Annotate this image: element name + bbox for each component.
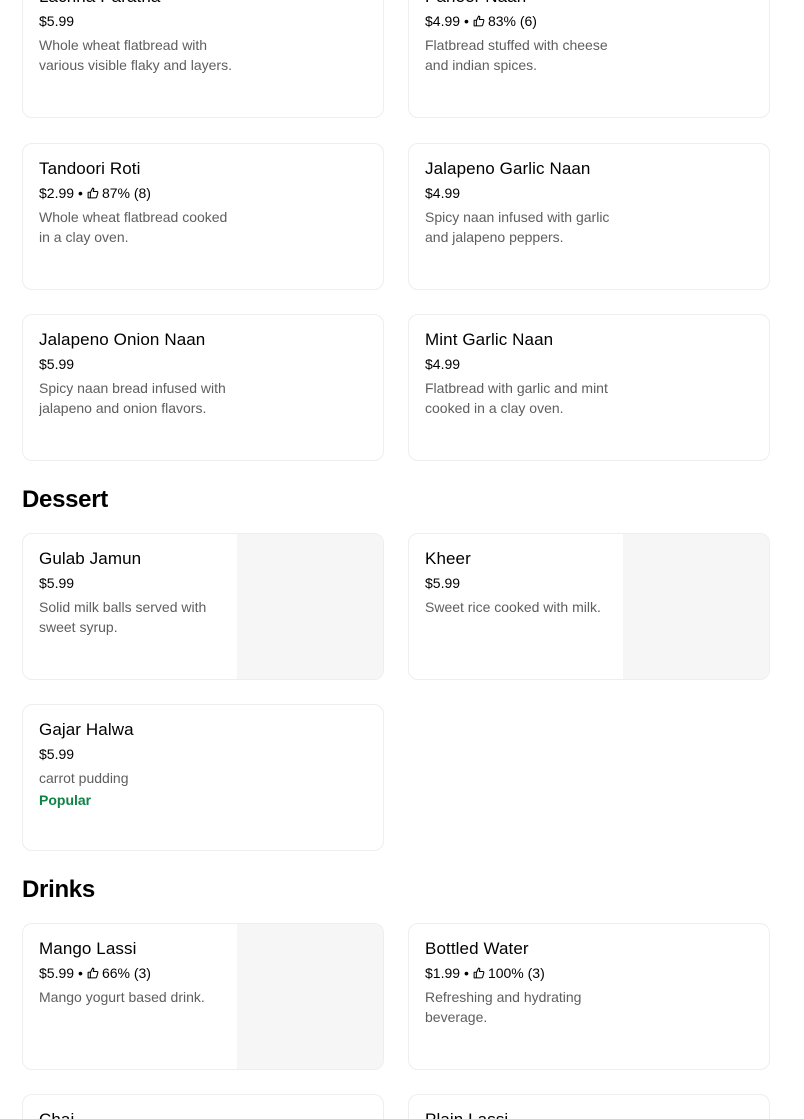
menu-item-card-plain-lassi[interactable]: Plain Lassi bbox=[408, 1094, 770, 1119]
menu-item-price: $4.99 bbox=[425, 185, 461, 201]
menu-item-rating: 83% (6) bbox=[487, 13, 537, 29]
menu-item-image bbox=[237, 924, 383, 1069]
section-heading-dessert: Dessert bbox=[22, 486, 108, 513]
menu-item-title: Paneer Naan bbox=[425, 0, 615, 8]
menu-item-info: Gajar Halwa $5.99 carrot pudding Popular bbox=[39, 719, 229, 809]
menu-item-rating: 87% (8) bbox=[101, 185, 151, 201]
menu-item-title: Mint Garlic Naan bbox=[425, 330, 554, 349]
menu-item-meta: $4.99 • 83% (6) bbox=[425, 12, 615, 30]
menu-item-title: Gulab Jamun bbox=[39, 549, 142, 568]
menu-item-title: Tandoori Roti bbox=[39, 159, 141, 178]
menu-item-price: $4.99 bbox=[425, 356, 461, 372]
menu-item-info: Tandoori Roti $2.99 • 87% (8) Whole whea… bbox=[39, 158, 229, 247]
menu-item-info: Lachha Paratha $5.99 Whole wheat flatbre… bbox=[39, 0, 239, 75]
meta-separator: • bbox=[78, 185, 83, 201]
menu-item-description: Flatbread stuffed with cheese and indian… bbox=[425, 37, 608, 73]
menu-item-price: $5.99 bbox=[39, 746, 75, 762]
menu-item-info: Jalapeno Onion Naan $5.99 Spicy naan bre… bbox=[39, 329, 229, 418]
menu-item-title: Gajar Halwa bbox=[39, 720, 134, 739]
menu-item-meta: $5.99 bbox=[39, 355, 229, 373]
meta-separator: • bbox=[78, 965, 83, 981]
menu-item-description: Spicy naan infused with garlic and jalap… bbox=[425, 209, 610, 245]
menu-item-price: $5.99 bbox=[39, 356, 75, 372]
menu-item-description: Sweet rice cooked with milk. bbox=[425, 599, 601, 615]
menu-item-title: Lachha Paratha bbox=[39, 0, 239, 8]
menu-item-title: Jalapeno Onion Naan bbox=[39, 330, 206, 349]
menu-item-description: Mango yogurt based drink. bbox=[39, 989, 205, 1005]
menu-item-meta: $4.99 bbox=[425, 355, 615, 373]
menu-item-meta: $5.99 • 66% (3) bbox=[39, 964, 229, 982]
section-heading-drinks: Drinks bbox=[22, 876, 95, 903]
menu-item-description: Whole wheat flatbread cooked in a clay o… bbox=[39, 209, 228, 245]
menu-item-card-bottled-water[interactable]: Bottled Water $1.99 • 100% (3) Refreshin… bbox=[408, 923, 770, 1070]
menu-item-card-jalapeno-onion-naan[interactable]: Jalapeno Onion Naan $5.99 Spicy naan bre… bbox=[22, 314, 384, 461]
menu-item-info: Kheer $5.99 Sweet rice cooked with milk. bbox=[425, 548, 615, 617]
menu-item-title: Bottled Water bbox=[425, 939, 529, 958]
menu-item-meta: $1.99 • 100% (3) bbox=[425, 964, 615, 982]
menu-item-price: $5.99 bbox=[39, 575, 75, 591]
menu-item-info: Chai bbox=[39, 1109, 229, 1119]
menu-item-title: Chai bbox=[39, 1109, 229, 1119]
menu-item-info: Jalapeno Garlic Naan $4.99 Spicy naan in… bbox=[425, 158, 625, 247]
menu-item-card-paneer-naan[interactable]: Paneer Naan $4.99 • 83% (6) Flatbread st… bbox=[408, 0, 770, 118]
meta-separator: • bbox=[464, 965, 469, 981]
menu-item-title: Plain Lassi bbox=[425, 1109, 615, 1119]
menu-item-image bbox=[623, 534, 769, 679]
menu-item-card-jalapeno-garlic-naan[interactable]: Jalapeno Garlic Naan $4.99 Spicy naan in… bbox=[408, 143, 770, 290]
menu-item-price: $1.99 bbox=[425, 965, 461, 981]
menu-item-card-gulab-jamun[interactable]: Gulab Jamun $5.99 Solid milk balls serve… bbox=[22, 533, 384, 680]
menu-item-description: Flatbread with garlic and mint cooked in… bbox=[425, 380, 608, 416]
thumbs-up-icon bbox=[473, 15, 485, 27]
menu-item-card-mint-garlic-naan[interactable]: Mint Garlic Naan $4.99 Flatbread with ga… bbox=[408, 314, 770, 461]
menu-item-description: Refreshing and hydrating beverage. bbox=[425, 989, 582, 1025]
menu-item-meta: $5.99 bbox=[425, 574, 615, 592]
menu-item-info: Plain Lassi bbox=[425, 1109, 615, 1119]
menu-item-price: $5.99 bbox=[425, 575, 461, 591]
menu-item-title: Mango Lassi bbox=[39, 939, 137, 958]
menu-item-card-kheer[interactable]: Kheer $5.99 Sweet rice cooked with milk. bbox=[408, 533, 770, 680]
menu-item-meta: $2.99 • 87% (8) bbox=[39, 184, 229, 202]
menu-item-info: Mango Lassi $5.99 • 66% (3) Mango yogurt… bbox=[39, 938, 229, 1007]
meta-separator: • bbox=[464, 13, 469, 29]
menu-item-title: Jalapeno Garlic Naan bbox=[425, 159, 591, 178]
menu-item-rating: 66% (3) bbox=[101, 965, 151, 981]
menu-item-price: $4.99 bbox=[425, 13, 461, 29]
menu-item-price: $5.99 bbox=[39, 965, 75, 981]
thumbs-up-icon bbox=[473, 967, 485, 979]
menu-item-card-gajar-halwa[interactable]: Gajar Halwa $5.99 carrot pudding Popular bbox=[22, 704, 384, 851]
menu-item-card-mango-lassi[interactable]: Mango Lassi $5.99 • 66% (3) Mango yogurt… bbox=[22, 923, 384, 1070]
menu-item-info: Paneer Naan $4.99 • 83% (6) Flatbread st… bbox=[425, 0, 615, 75]
popular-badge: Popular bbox=[39, 792, 92, 808]
menu-item-info: Mint Garlic Naan $4.99 Flatbread with ga… bbox=[425, 329, 615, 418]
menu-item-description: carrot pudding bbox=[39, 770, 129, 786]
menu-item-card-tandoori-roti[interactable]: Tandoori Roti $2.99 • 87% (8) Whole whea… bbox=[22, 143, 384, 290]
menu-item-meta: $4.99 bbox=[425, 184, 625, 202]
menu-item-description: Whole wheat flatbread with various visib… bbox=[39, 37, 232, 73]
menu-item-price: $2.99 bbox=[39, 185, 75, 201]
menu-item-description: Spicy naan bread infused with jalapeno a… bbox=[39, 380, 226, 416]
menu-item-meta: $5.99 bbox=[39, 745, 229, 763]
menu-item-price: $5.99 bbox=[39, 13, 75, 29]
menu-item-card-chai[interactable]: Chai bbox=[22, 1094, 384, 1119]
thumbs-up-icon bbox=[87, 967, 99, 979]
menu-item-title: Kheer bbox=[425, 549, 471, 568]
menu-item-image bbox=[237, 534, 383, 679]
menu-item-meta: $5.99 bbox=[39, 12, 239, 30]
menu-item-info: Gulab Jamun $5.99 Solid milk balls serve… bbox=[39, 548, 229, 637]
menu-item-description: Solid milk balls served with sweet syrup… bbox=[39, 599, 207, 635]
menu-item-meta: $5.99 bbox=[39, 574, 229, 592]
menu-item-info: Bottled Water $1.99 • 100% (3) Refreshin… bbox=[425, 938, 615, 1027]
thumbs-up-icon bbox=[87, 187, 99, 199]
menu-item-card-lachha-paratha[interactable]: Lachha Paratha $5.99 Whole wheat flatbre… bbox=[22, 0, 384, 118]
menu-item-rating: 100% (3) bbox=[487, 965, 545, 981]
